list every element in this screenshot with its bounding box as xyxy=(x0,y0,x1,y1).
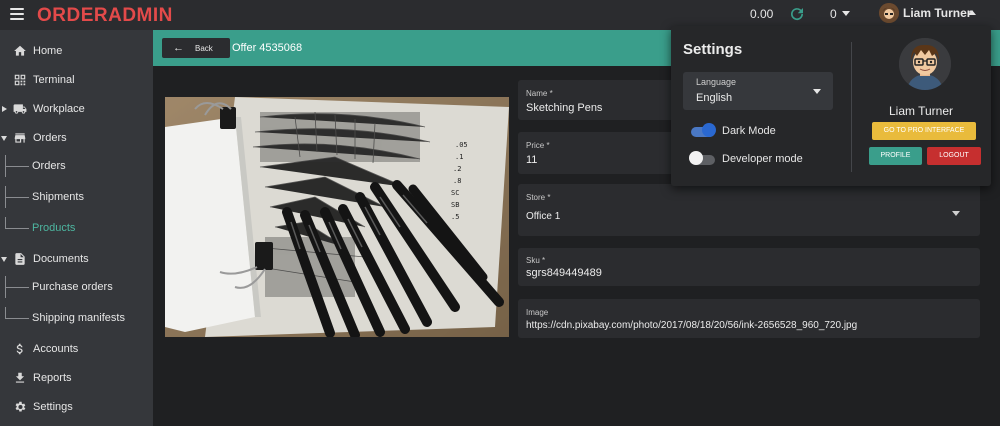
balance-value: 0.00 xyxy=(750,7,774,21)
pro-interface-button[interactable]: GO TO PRO INTERFACE xyxy=(872,122,976,140)
svg-text:.2: .2 xyxy=(453,165,461,173)
user-name[interactable]: Liam Turner xyxy=(903,6,971,20)
notification-count[interactable]: 0 xyxy=(830,7,837,21)
truck-icon xyxy=(13,104,27,114)
sidebar-item-settings[interactable]: Settings xyxy=(0,394,153,420)
sidebar-item-products[interactable]: Products xyxy=(0,217,153,239)
price-input[interactable]: 11 xyxy=(526,154,537,166)
svg-text:.05: .05 xyxy=(455,141,468,149)
sidebar-item-label: Shipping manifests xyxy=(32,312,125,324)
sidebar-item-label: Workplace xyxy=(33,103,85,115)
sidebar-item-label: Accounts xyxy=(33,343,79,355)
sidebar-item-purchase-orders[interactable]: Purchase orders xyxy=(0,276,153,298)
settings-dropdown: Settings Language English Dark Mode Deve… xyxy=(671,26,991,186)
arrow-left-icon: ← xyxy=(173,42,184,54)
store-value: Office 1 xyxy=(526,211,561,222)
dark-mode-toggle[interactable]: Dark Mode xyxy=(689,123,839,141)
sidebar-item-label: Orders xyxy=(33,132,67,144)
panel-user-name: Liam Turner xyxy=(888,104,954,118)
sku-input[interactable]: sgrs849449489 xyxy=(526,267,602,279)
developer-mode-toggle[interactable]: Developer mode xyxy=(689,151,839,169)
chevron-down-icon xyxy=(813,89,821,94)
sidebar-item-orders[interactable]: Orders xyxy=(0,125,153,151)
image-url-input[interactable]: https://cdn.pixabay.com/photo/2017/08/18… xyxy=(526,320,857,331)
sidebar-item-workplace[interactable]: Workplace xyxy=(0,96,153,122)
document-icon xyxy=(15,253,25,265)
sidebar-item-label: Settings xyxy=(33,401,73,413)
refresh-icon[interactable] xyxy=(788,5,806,23)
settings-title: Settings xyxy=(683,41,743,58)
store-icon xyxy=(14,133,26,143)
sidebar-item-shipments[interactable]: Shipments xyxy=(0,186,153,208)
download-icon xyxy=(15,372,25,383)
chevron-up-icon[interactable] xyxy=(968,10,976,15)
logout-button[interactable]: LOGOUT xyxy=(927,147,981,165)
sidebar-item-label: Orders xyxy=(32,160,66,172)
avatar xyxy=(899,38,951,90)
chevron-down-icon xyxy=(1,257,7,262)
gear-icon xyxy=(15,401,26,412)
page-title: Offer 4535068 xyxy=(232,42,303,54)
store-select[interactable]: Store * Office 1 xyxy=(518,184,980,236)
svg-text:.1: .1 xyxy=(455,153,463,161)
profile-button[interactable]: PROFILE xyxy=(869,147,922,165)
home-icon xyxy=(14,45,26,56)
name-input[interactable]: Sketching Pens xyxy=(526,102,602,114)
sidebar-item-label: Products xyxy=(32,222,76,234)
back-button[interactable]: ← Back xyxy=(162,38,230,58)
svg-text:.5: .5 xyxy=(451,213,459,221)
sidebar-item-label: Reports xyxy=(33,372,72,384)
svg-text:SB: SB xyxy=(451,201,459,209)
avatar[interactable] xyxy=(879,3,899,23)
chevron-right-icon xyxy=(2,106,7,112)
sidebar-item-shipping-manifests[interactable]: Shipping manifests xyxy=(0,307,153,329)
chevron-down-icon xyxy=(1,136,7,141)
image-field[interactable]: Image https://cdn.pixabay.com/photo/2017… xyxy=(518,299,980,338)
product-image: .05 .1 .2 .8 SC SB .5 xyxy=(165,97,509,337)
sidebar-item-terminal[interactable]: Terminal xyxy=(0,67,153,93)
sidebar: Home Terminal Workplace Orders Orders Sh… xyxy=(0,30,153,426)
app-logo[interactable]: ORDERADMIN xyxy=(37,5,173,27)
sidebar-item-label: Documents xyxy=(33,253,89,265)
dollar-icon xyxy=(16,343,23,355)
svg-text:.8: .8 xyxy=(453,177,461,185)
sidebar-item-label: Home xyxy=(33,45,63,57)
svg-text:SC: SC xyxy=(451,189,459,197)
chevron-down-icon[interactable] xyxy=(842,11,850,16)
sidebar-item-label: Shipments xyxy=(32,191,84,203)
sidebar-item-home[interactable]: Home xyxy=(0,38,153,64)
chevron-down-icon[interactable] xyxy=(952,211,960,216)
language-value: English xyxy=(696,92,733,104)
terminal-icon xyxy=(14,74,26,86)
sidebar-item-reports[interactable]: Reports xyxy=(0,365,153,391)
sidebar-item-label: Terminal xyxy=(33,74,75,86)
sidebar-item-accounts[interactable]: Accounts xyxy=(0,336,153,362)
sidebar-item-label: Purchase orders xyxy=(32,281,113,293)
sidebar-item-documents[interactable]: Documents xyxy=(0,246,153,272)
language-select[interactable]: Language English xyxy=(683,72,833,110)
sidebar-item-orders-list[interactable]: Orders xyxy=(0,155,153,177)
menu-icon[interactable] xyxy=(10,8,24,20)
sku-field[interactable]: Sku * sgrs849449489 xyxy=(518,248,980,286)
